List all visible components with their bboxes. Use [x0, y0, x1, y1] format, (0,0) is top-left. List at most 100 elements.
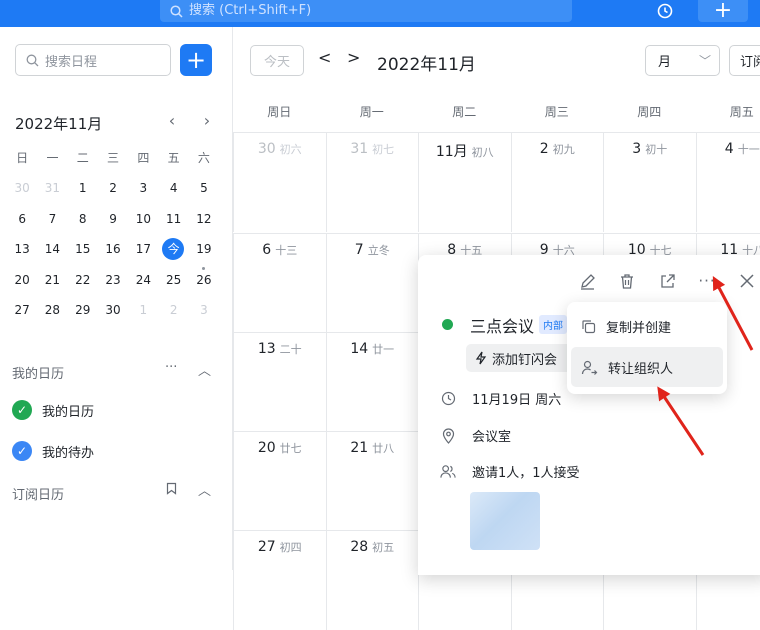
create-event-button[interactable]: +: [180, 44, 212, 76]
mini-day[interactable]: 23: [98, 269, 128, 291]
event-attendees-row[interactable]: 邀请1人，1人接受: [440, 462, 580, 481]
mini-day[interactable]: 29: [68, 299, 98, 321]
schedule-search-placeholder: 搜索日程: [45, 51, 97, 70]
mini-day[interactable]: 8: [68, 208, 98, 230]
mini-day[interactable]: 2: [98, 177, 128, 199]
day-cell[interactable]: 3初十: [603, 132, 696, 232]
subscribed-calendars-heading: 订阅日历: [12, 484, 64, 503]
weekday-label: 日: [7, 149, 37, 167]
mini-prev-month-button[interactable]: ‹: [163, 111, 181, 131]
mini-calendar-title: 2022年11月: [15, 113, 102, 134]
mini-day[interactable]: 21: [37, 269, 67, 291]
mini-day[interactable]: 11: [158, 208, 188, 230]
history-button[interactable]: [640, 0, 690, 22]
delete-icon[interactable]: [615, 269, 639, 293]
event-location: 会议室: [472, 426, 511, 445]
mini-day[interactable]: 2: [158, 299, 188, 321]
day-cell[interactable]: 21廿八: [326, 431, 419, 531]
day-cell[interactable]: 2初九: [511, 132, 604, 232]
day-cell[interactable]: 11月初八: [418, 132, 511, 232]
check-icon[interactable]: ✓: [12, 400, 32, 420]
mini-day[interactable]: 30: [98, 299, 128, 321]
lunar-date: 廿八: [372, 442, 394, 455]
view-select[interactable]: 月 ﹀: [645, 45, 720, 76]
mini-day[interactable]: 3: [128, 177, 158, 199]
day-cell[interactable]: 7 立冬: [326, 233, 419, 333]
chevron-right-icon: ›: [204, 111, 210, 130]
mini-day[interactable]: 4: [158, 177, 188, 199]
mini-day[interactable]: 7: [37, 208, 67, 230]
mini-day[interactable]: 16: [98, 238, 128, 260]
calendar-item-label: 我的待办: [42, 442, 94, 461]
subscribe-button[interactable]: 订阅: [729, 45, 760, 76]
mini-day[interactable]: 1: [128, 299, 158, 321]
mini-day[interactable]: 13: [7, 238, 37, 260]
mini-day[interactable]: 10: [128, 208, 158, 230]
open-external-icon[interactable]: [655, 269, 679, 293]
more-icon[interactable]: ···: [165, 360, 177, 375]
mini-day[interactable]: 6: [7, 208, 37, 230]
mini-day[interactable]: 25: [158, 269, 188, 291]
mini-day[interactable]: 19: [189, 238, 219, 260]
weekday-label: 周四: [603, 100, 696, 132]
lunar-date: 十一: [738, 143, 760, 156]
mini-day[interactable]: 31: [37, 177, 67, 199]
chevron-up-icon[interactable]: ︿: [198, 360, 211, 379]
plus-icon: +: [714, 0, 732, 22]
day-cell[interactable]: 31初七: [326, 132, 419, 232]
day-cell[interactable]: 6十三: [233, 233, 326, 333]
mini-day[interactable]: 24: [128, 269, 158, 291]
mini-day[interactable]: 9: [98, 208, 128, 230]
day-cell[interactable]: 14廿一: [326, 332, 419, 432]
event-title: 三点会议: [470, 313, 534, 337]
menu-item-transfer-organizer[interactable]: 转让组织人: [571, 347, 723, 387]
mini-day[interactable]: 3: [189, 299, 219, 321]
day-cell[interactable]: 13二十: [233, 332, 326, 432]
global-add-button[interactable]: +: [698, 0, 748, 22]
mini-day[interactable]: 12: [189, 208, 219, 230]
attendee-avatar-blurred[interactable]: [470, 492, 540, 550]
menu-item-copy-create[interactable]: 复制并创建: [571, 306, 723, 346]
mini-day[interactable]: 1: [68, 177, 98, 199]
day-cell[interactable]: 4十一: [696, 132, 760, 232]
day-cell[interactable]: 28初五: [326, 530, 419, 630]
next-month-button[interactable]: >: [347, 48, 360, 67]
lunar-date: 立冬: [368, 244, 390, 257]
close-icon[interactable]: [735, 269, 759, 293]
mini-day[interactable]: 28: [37, 299, 67, 321]
global-search-input[interactable]: 搜索 (Ctrl+Shift+F): [160, 0, 572, 22]
day-cell[interactable]: 20廿七: [233, 431, 326, 531]
edit-icon[interactable]: [575, 269, 599, 293]
mini-day[interactable]: 15: [68, 238, 98, 260]
copy-icon: [581, 319, 596, 334]
mini-day[interactable]: 22: [68, 269, 98, 291]
user-transfer-icon: [581, 360, 598, 375]
day-cell[interactable]: 27初四: [233, 530, 326, 630]
bookmark-icon[interactable]: [166, 482, 177, 498]
view-select-value: 月: [658, 51, 671, 70]
mini-day[interactable]: 14: [37, 238, 67, 260]
today-button[interactable]: 今天: [250, 45, 304, 76]
mini-day[interactable]: 5: [189, 177, 219, 199]
chevron-up-icon[interactable]: ︿: [198, 480, 211, 499]
mini-day[interactable]: 17: [128, 238, 158, 260]
mini-day[interactable]: 27: [7, 299, 37, 321]
mini-day-today[interactable]: 今: [158, 238, 188, 260]
calendar-item-my-calendar[interactable]: ✓ 我的日历: [12, 400, 94, 420]
calendar-item-my-todo[interactable]: ✓ 我的待办: [12, 441, 94, 461]
weekday-label: 周三: [511, 100, 604, 132]
mini-day[interactable]: 26: [189, 269, 219, 291]
mini-day[interactable]: 30: [7, 177, 37, 199]
more-icon[interactable]: ···: [695, 269, 719, 293]
check-icon[interactable]: ✓: [12, 441, 32, 461]
day-cell[interactable]: 30初六: [233, 132, 326, 232]
mini-day[interactable]: 20: [7, 269, 37, 291]
day-number: 7: [355, 242, 364, 258]
weekday-header: 周日 周一 周二 周三 周四 周五: [233, 100, 760, 132]
lightning-icon: [474, 351, 488, 365]
prev-month-button[interactable]: <: [318, 48, 331, 67]
schedule-search-input[interactable]: 搜索日程: [15, 44, 171, 76]
mini-next-month-button[interactable]: ›: [198, 111, 216, 131]
event-date: 11月19日 周六: [472, 389, 561, 408]
day-number: 28: [350, 539, 368, 555]
